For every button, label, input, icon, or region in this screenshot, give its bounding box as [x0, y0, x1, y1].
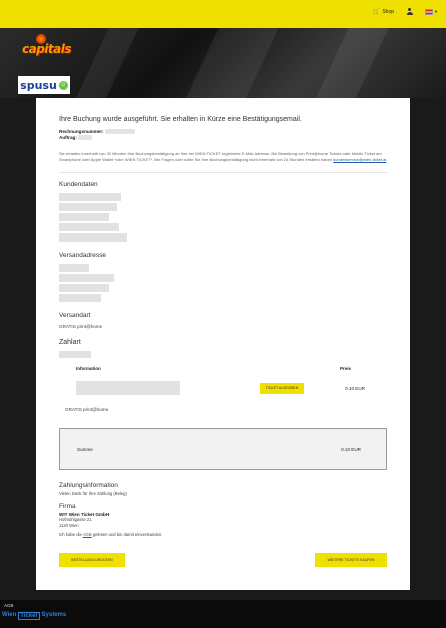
footer: AGB Wien Ticket Systems [0, 600, 446, 628]
payment-method-redacted [59, 351, 91, 359]
delivery-row: GRATIS print@home [65, 407, 109, 413]
language-selector[interactable]: ▼ [425, 8, 438, 15]
order-line: Auftrag: [59, 135, 387, 141]
table-header: Information Preis [59, 366, 387, 371]
address-line [59, 294, 101, 303]
total-label: Summe [77, 446, 93, 452]
booking-number-label: Rechnungsnummer: [59, 129, 104, 134]
logo-part: Systems [41, 612, 67, 618]
table-row: TICKET AUSGEBEN 0.10 EUR [59, 381, 387, 396]
team-name: capitals [22, 42, 72, 56]
order-redacted [78, 135, 93, 141]
user-icon[interactable] [406, 8, 413, 15]
terms-text: Ich habe die AGB gelesen und bin damit e… [59, 532, 387, 537]
col-information: Information [76, 366, 101, 372]
divider [59, 172, 387, 174]
top-nav: 🛒 Shop ▼ [373, 8, 438, 15]
customer-line [59, 193, 121, 202]
company-city: 1120 Wien [59, 522, 79, 528]
row-price: 0.10 EUR [345, 385, 365, 391]
address-line [59, 264, 89, 273]
col-price: Preis [339, 366, 351, 372]
issue-ticket-button[interactable]: TICKET AUSGEBEN [260, 382, 304, 394]
team-logo: capitals [22, 34, 72, 56]
shipping-method-title: Versandart [59, 312, 91, 320]
support-email-link[interactable]: kundenservice@wien-ticket.at [333, 157, 386, 162]
logo-part: Wien [2, 612, 17, 618]
shop-label: Shop [382, 8, 395, 15]
address-line [59, 274, 114, 283]
shipping-method-value: GRATIS print@home [59, 324, 103, 330]
booking-number-redacted [104, 129, 135, 135]
puck-icon [36, 34, 46, 44]
shop-link[interactable]: 🛒 Shop [372, 8, 395, 16]
cart-icon: 🛒 [372, 9, 381, 15]
austria-flag-icon [425, 8, 434, 15]
top-bar: 🛒 Shop ▼ [0, 0, 446, 28]
company-title: Firma [59, 503, 76, 511]
address-line [59, 284, 109, 293]
customer-data-title: Kundendaten [59, 181, 98, 189]
order-label: Auftrag: [59, 135, 77, 140]
terms-link[interactable]: AGB [83, 532, 92, 537]
buy-more-tickets-button[interactable]: WEITERE TICKETS KAUFEN [315, 553, 387, 567]
info-text: Sie erhalten innerhalb von 30 Minuten Ih… [59, 151, 388, 162]
footer-agb-link[interactable]: AGB [4, 603, 14, 608]
action-bar: BESTELLUNG DRUCKEN WEITERE TICKETS KAUFE… [59, 553, 387, 567]
logo-part: Ticket [18, 612, 40, 620]
page-title: Ihre Buchung wurde ausgeführt. Sie erhal… [59, 116, 302, 123]
total-value: 0.10 EUR [341, 446, 361, 452]
customer-line [59, 203, 117, 212]
hero-banner: capitals spusu ☺ [0, 28, 446, 98]
total-box: Summe 0.10 EUR [59, 428, 387, 471]
sponsor-logo: spusu ☺ [18, 76, 70, 94]
terms-prefix: Ich habe die [59, 532, 82, 537]
terms-suffix: gelesen und bin damit einverstanden. [92, 532, 163, 537]
confirmation-card: Ihre Buchung wurde ausgeführt. Sie erhal… [36, 98, 410, 590]
wien-ticket-logo: Wien Ticket Systems [2, 612, 66, 620]
payment-method-title: Zahlart [59, 339, 81, 347]
customer-line [59, 213, 109, 222]
sponsor-name: spusu [20, 78, 57, 92]
shipping-address-title: Versandadresse [59, 252, 106, 260]
chevron-down-icon: ▼ [434, 9, 438, 14]
payment-info-text: Vielen Dank für Ihre Zahlung (Beleg) [59, 491, 127, 497]
ticket-info-redacted [76, 381, 180, 396]
customer-line [59, 233, 127, 243]
smiley-icon: ☺ [58, 80, 68, 90]
payment-info-title: Zahlungsinformation [59, 482, 118, 490]
customer-line [59, 223, 119, 232]
print-order-button[interactable]: BESTELLUNG DRUCKEN [59, 553, 125, 567]
